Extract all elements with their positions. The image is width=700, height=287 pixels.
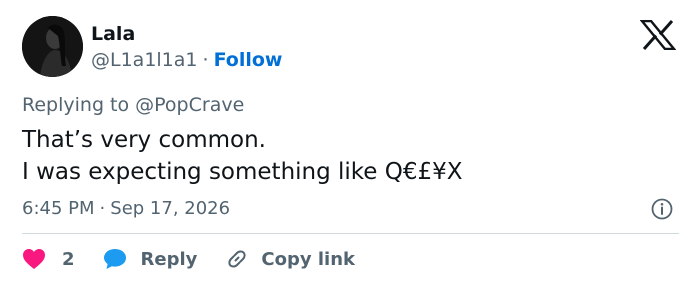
user-handle[interactable]: @L1a1l1a1 (91, 49, 198, 71)
like-button[interactable]: 2 (22, 248, 75, 270)
tweet-card: Lala @L1a1l1a1 · Follow Replying to @PopCr… (0, 0, 700, 287)
display-name[interactable]: Lala (91, 22, 135, 46)
tweet-text-line: I was expecting something like Q€£¥X (22, 159, 463, 185)
tweet-text-line: That’s very common. (22, 127, 266, 153)
info-icon[interactable] (651, 198, 673, 220)
reply-mention-link[interactable]: @PopCrave (135, 94, 244, 116)
action-bar: 2 Reply Copy link (22, 245, 355, 273)
x-logo-icon[interactable] (640, 20, 676, 50)
separator-dot: · (99, 198, 106, 219)
reply-context: Replying to @PopCrave (22, 93, 244, 117)
handle-row: @L1a1l1a1 · Follow (91, 48, 282, 72)
tweet-text: That’s very common. I was expecting some… (22, 124, 463, 188)
copy-link-label: Copy link (261, 248, 355, 270)
link-icon (228, 250, 246, 268)
separator-dot: · (202, 49, 209, 71)
reply-context-prefix: Replying to (22, 94, 136, 116)
like-count: 2 (62, 248, 75, 270)
tweet-timestamp[interactable]: 6:45 PM · Sep 17, 2026 (22, 197, 230, 221)
speech-bubble-icon (103, 249, 126, 269)
follow-button[interactable]: Follow (214, 49, 283, 71)
avatar-image (22, 16, 83, 77)
copy-link-button[interactable]: Copy link (225, 247, 355, 271)
divider (22, 233, 679, 234)
avatar[interactable] (22, 16, 83, 77)
reply-button[interactable]: Reply (103, 248, 198, 270)
heart-icon (23, 249, 45, 269)
tweet-date: Sep 17, 2026 (110, 198, 231, 219)
tweet-time: 6:45 PM (22, 198, 95, 219)
reply-label: Reply (140, 248, 198, 270)
